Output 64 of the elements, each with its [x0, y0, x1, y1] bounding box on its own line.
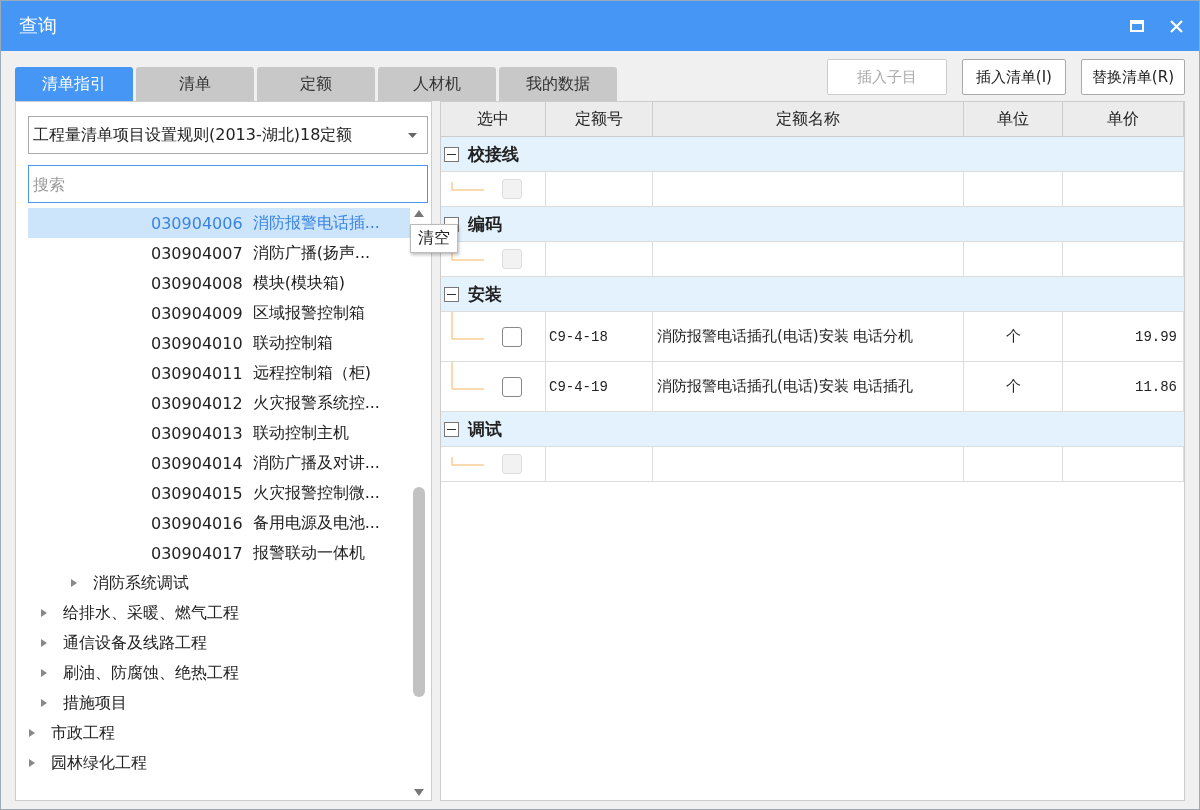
tree-item[interactable]: 刷油、防腐蚀、绝热工程	[28, 658, 410, 688]
tree-item[interactable]: 给排水、采暖、燃气工程	[28, 598, 410, 628]
group-title: 调试	[468, 417, 502, 441]
close-icon[interactable]	[1170, 19, 1183, 33]
expand-arrow-icon[interactable]	[70, 578, 78, 588]
tree-item[interactable]: 市政工程	[28, 718, 410, 748]
tree-item[interactable]: 消防系统调试	[28, 568, 410, 598]
expand-arrow-icon[interactable]	[28, 728, 36, 738]
window-title: 查询	[19, 13, 57, 38]
collapse-icon[interactable]	[444, 421, 459, 437]
group-title: 安装	[468, 282, 502, 306]
tree-line	[451, 182, 485, 191]
table-cell: 消防报警电话插孔(电话)安装 电话分机	[653, 312, 964, 362]
tree-item[interactable]: 030904016 备用电源及电池...	[28, 508, 410, 538]
tooltip: 清空	[410, 224, 458, 253]
tree-item[interactable]: 030904007 消防广播(扬声...	[28, 238, 410, 268]
tree-item[interactable]: 030904014 消防广播及对讲...	[28, 448, 410, 478]
expand-arrow-icon[interactable]	[40, 698, 48, 708]
action-button[interactable]: 替换清单(R)	[1080, 59, 1185, 95]
tab[interactable]: 清单	[136, 67, 254, 101]
group-title: 编码	[468, 212, 502, 236]
expand-arrow-icon[interactable]	[40, 668, 48, 678]
library-dropdown[interactable]: 工程量清单项目设置规则(2013-湖北)18定额	[28, 116, 428, 154]
column-header[interactable]: 定额号	[546, 102, 653, 137]
column-header[interactable]: 单位	[964, 102, 1063, 137]
tree-line	[451, 252, 485, 261]
tree-line	[451, 362, 485, 390]
column-header[interactable]: 单价	[1063, 102, 1184, 137]
group-title: 校接线	[468, 142, 519, 166]
tree-item[interactable]: 030904015 火灾报警控制微...	[28, 478, 410, 508]
tree-item[interactable]: 园林绿化工程	[28, 748, 410, 778]
tree-item[interactable]: 措施项目	[28, 688, 410, 718]
tree-item[interactable]: 030904008 模块(模块箱)	[28, 268, 410, 298]
tree-item[interactable]: 030904017 报警联动一体机	[28, 538, 410, 568]
checkbox[interactable]	[502, 376, 522, 397]
tree-item[interactable]: 030904013 联动控制主机	[28, 418, 410, 448]
tree-item[interactable]: 030904011 远程控制箱（柜)	[28, 358, 410, 388]
maximize-icon[interactable]	[1130, 20, 1144, 32]
tree-line	[451, 457, 485, 466]
collapse-icon[interactable]	[444, 146, 459, 162]
search-field[interactable]: 搜索	[28, 165, 428, 203]
column-header[interactable]: 选中	[441, 102, 546, 137]
tab[interactable]: 我的数据	[499, 67, 617, 101]
collapse-icon[interactable]	[444, 286, 459, 302]
table-cell: C9-4-18	[546, 312, 653, 362]
table-cell: 个	[964, 312, 1063, 362]
expand-arrow-icon[interactable]	[40, 638, 48, 648]
action-button[interactable]: 插入清单(I)	[961, 59, 1066, 95]
tab[interactable]: 人材机	[378, 67, 496, 101]
scroll-up-icon[interactable]	[414, 210, 424, 217]
column-header[interactable]: 定额名称	[653, 102, 964, 137]
tree-item[interactable]: 030904012 火灾报警系统控...	[28, 388, 410, 418]
tree-line	[451, 312, 485, 340]
tree-item[interactable]: 030904009 区域报警控制箱	[28, 298, 410, 328]
tree-item[interactable]: 通信设备及线路工程	[28, 628, 410, 658]
expand-arrow-icon[interactable]	[28, 758, 36, 768]
scroll-thumb[interactable]	[413, 487, 425, 697]
tree-item[interactable]: 030904010 联动控制箱	[28, 328, 410, 358]
scroll-down-icon[interactable]	[414, 789, 424, 796]
tab[interactable]: 定额	[257, 67, 375, 101]
table-cell: 19.99	[1063, 312, 1184, 362]
dropdown-caret-icon[interactable]	[408, 132, 417, 138]
checkbox[interactable]	[502, 326, 522, 347]
expand-arrow-icon[interactable]	[40, 608, 48, 618]
